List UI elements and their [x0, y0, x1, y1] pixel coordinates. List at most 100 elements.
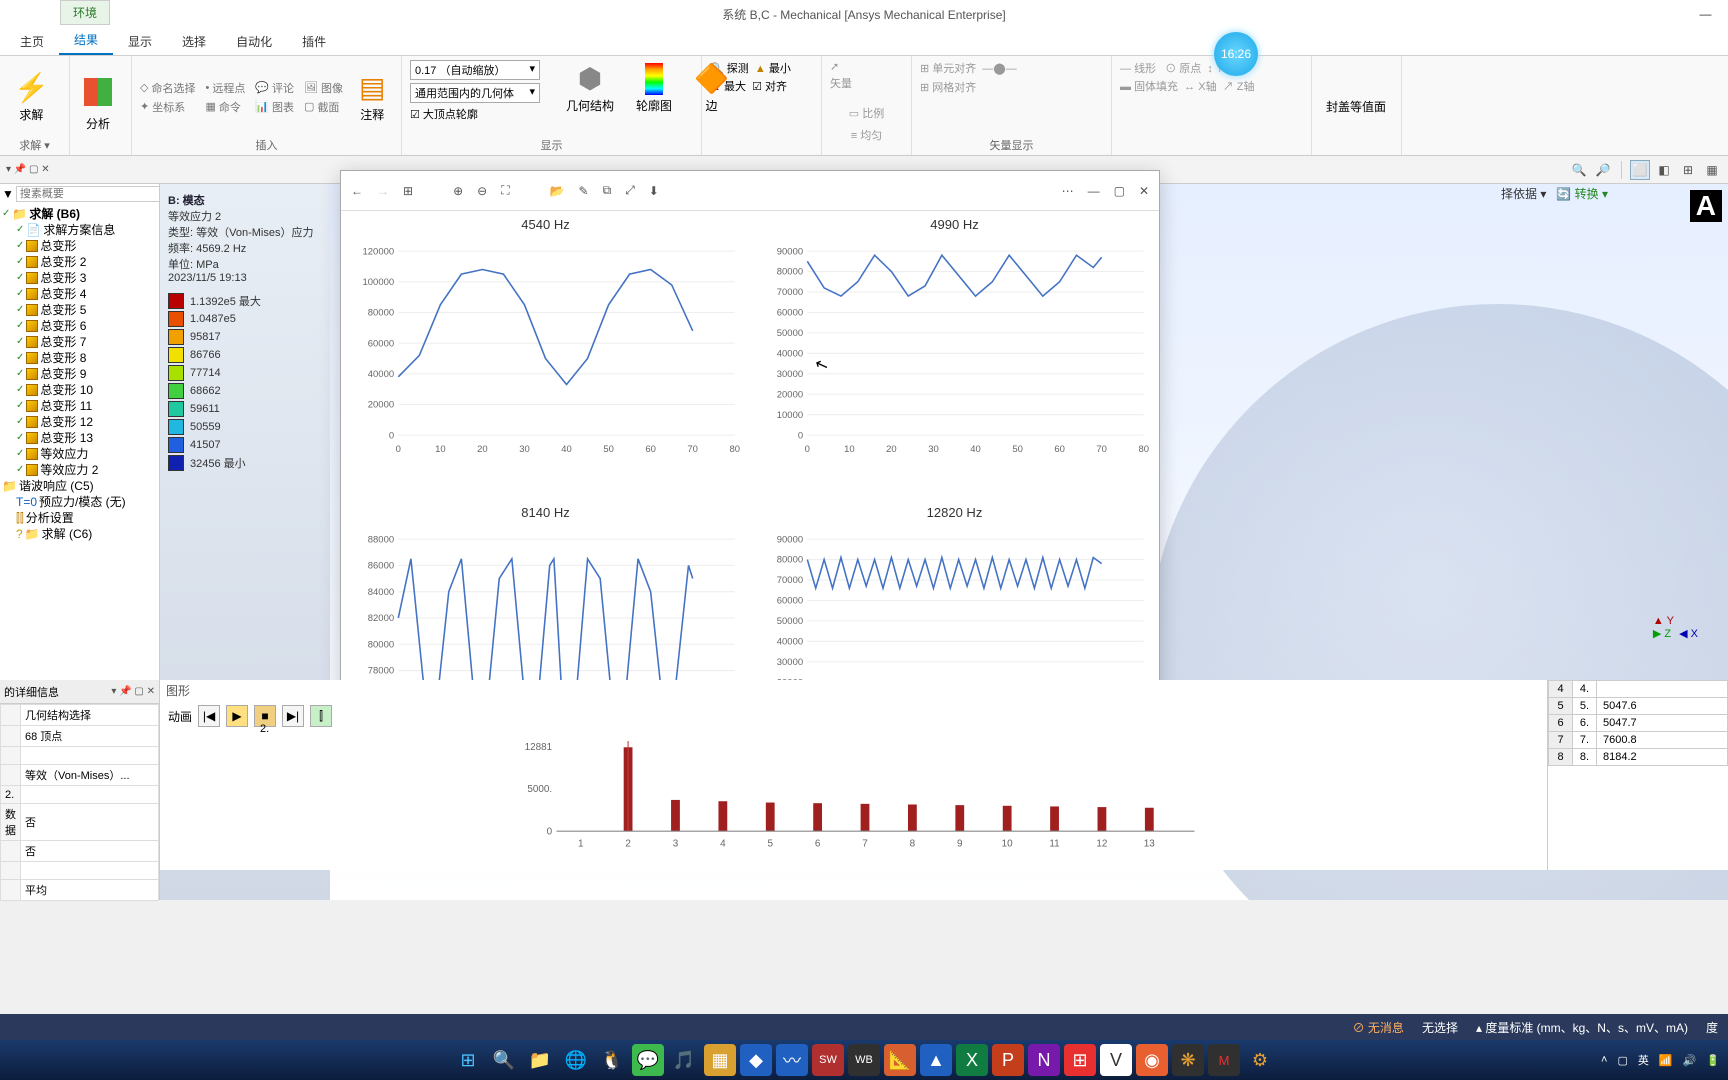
- tree-deform-7[interactable]: ✓ 总变形 7: [2, 334, 157, 350]
- convert-button[interactable]: 🔄 转换 ▾: [1556, 185, 1608, 202]
- named-sel-btn[interactable]: ◇ 命名选择: [140, 80, 195, 96]
- app8-icon[interactable]: ❋: [1172, 1044, 1204, 1076]
- tree-deform-3[interactable]: ✓ 总变形 3: [2, 270, 157, 286]
- onenote-icon[interactable]: N: [1028, 1044, 1060, 1076]
- sound-icon[interactable]: 🔊: [1683, 1054, 1697, 1067]
- chart-btn[interactable]: 📊 图表: [255, 99, 294, 115]
- ime-indicator[interactable]: 英: [1638, 1052, 1649, 1068]
- tree-root[interactable]: ✓📁 求解 (B6): [2, 206, 157, 222]
- wb-icon[interactable]: WB: [848, 1044, 880, 1076]
- scale-combo[interactable]: 0.17 （自动缩放）▾: [410, 60, 540, 80]
- command-btn[interactable]: ▦ 命令: [205, 99, 245, 115]
- search-icon[interactable]: 🔍: [488, 1044, 520, 1076]
- matlab-icon[interactable]: 📐: [884, 1044, 916, 1076]
- section-btn[interactable]: ▢ 截面: [304, 99, 343, 115]
- cap-iso-button[interactable]: 封盖等值面: [1320, 94, 1392, 117]
- app2-icon[interactable]: ◆: [740, 1044, 772, 1076]
- tree-prestress[interactable]: T=0 预应力/模态 (无): [2, 494, 157, 510]
- tree-deform-10[interactable]: ✓ 总变形 10: [2, 382, 157, 398]
- status-units[interactable]: ▴ 度量标准 (mm、kg、N、s、mV、mA): [1476, 1019, 1688, 1036]
- copy-icon[interactable]: ⧉: [603, 183, 612, 198]
- filter-icon[interactable]: ▼: [2, 187, 14, 201]
- tree-deform-1[interactable]: ✓ 总变形: [2, 238, 157, 254]
- chart-0[interactable]: 4540 Hz020000400006000080000100000120000…: [341, 211, 750, 499]
- taskbar[interactable]: ⊞ 🔍 📁 🌐 🐧 💬 🎵 ▦ ◆ 〰 SW WB 📐 ▲ X P N ⊞ V …: [0, 1040, 1728, 1080]
- zoomout-icon[interactable]: ⊖: [477, 184, 487, 198]
- box-icon[interactable]: ⬜: [1630, 160, 1650, 180]
- more-icon[interactable]: ⋯: [1062, 184, 1074, 198]
- mode-bar-chart[interactable]: 128815000.012345678910111213: [180, 741, 1527, 851]
- tree-eqv2[interactable]: ✓ 等效应力 2: [2, 462, 157, 478]
- anim-play-icon[interactable]: ▶: [226, 705, 248, 727]
- freq-table[interactable]: 44.55.5047.666.5047.777.7600.888.8184.2: [1548, 680, 1728, 766]
- cube3-icon[interactable]: ▦: [1702, 160, 1722, 180]
- zoom-out-icon[interactable]: 🔎: [1593, 160, 1613, 180]
- app6-icon[interactable]: V: [1100, 1044, 1132, 1076]
- search-input[interactable]: [16, 186, 160, 202]
- env-tab[interactable]: 环境: [60, 0, 110, 25]
- download-icon[interactable]: ⬇: [649, 184, 659, 198]
- details-table[interactable]: 几何结构选择68 顶点等效（Von-Mises）...2.数据否否平均: [0, 704, 159, 901]
- tab-automation[interactable]: 自动化: [221, 28, 287, 55]
- comment-btn[interactable]: 💬 评论: [255, 80, 294, 96]
- tree-deform-13[interactable]: ✓ 总变形 13: [2, 430, 157, 446]
- edge-button[interactable]: 🔶边: [688, 60, 735, 116]
- geom-button[interactable]: ⬢几何结构: [560, 60, 620, 116]
- cw-min-icon[interactable]: —: [1088, 184, 1100, 198]
- cw-max-icon[interactable]: ▢: [1114, 184, 1125, 198]
- app1-icon[interactable]: ▦: [704, 1044, 736, 1076]
- anim-mode-icon[interactable]: ⫿: [310, 705, 332, 727]
- tree-deform-9[interactable]: ✓ 总变形 9: [2, 366, 157, 382]
- ppt-icon[interactable]: P: [992, 1044, 1024, 1076]
- tree-deform-2[interactable]: ✓ 总变形 2: [2, 254, 157, 270]
- cw-close-icon[interactable]: ✕: [1139, 184, 1149, 198]
- edit-icon[interactable]: ✎: [579, 184, 589, 198]
- tray-chevron-icon[interactable]: ˄: [1601, 1054, 1607, 1066]
- image-btn[interactable]: 🖼 图像: [304, 80, 343, 96]
- tree-anal-set[interactable]: ⫿⫿ 分析设置: [2, 510, 157, 526]
- app7-icon[interactable]: ◉: [1136, 1044, 1168, 1076]
- settings-icon[interactable]: ⚙: [1244, 1044, 1276, 1076]
- anim-first-icon[interactable]: |◀: [198, 705, 220, 727]
- tree-eqv1[interactable]: ✓ 等效应力: [2, 446, 157, 462]
- app5-icon[interactable]: ⊞: [1064, 1044, 1096, 1076]
- tree-deform-6[interactable]: ✓ 总变形 6: [2, 318, 157, 334]
- tree-solve-c6[interactable]: ?📁 求解 (C6): [2, 526, 157, 542]
- fit-icon[interactable]: ⛶: [501, 183, 509, 198]
- expand-icon[interactable]: ⤢: [625, 183, 635, 198]
- big-vertex-check[interactable]: ☑ 大顶点轮廓: [410, 106, 478, 122]
- system-tray[interactable]: ˄ ▢ 英 📶 🔊 🔋: [1601, 1052, 1720, 1068]
- tree-solve-info[interactable]: ✓📄 求解方案信息: [2, 222, 157, 238]
- tree-harm[interactable]: 📁 谐波响应 (C5): [2, 478, 157, 494]
- tab-result[interactable]: 结果: [59, 26, 113, 55]
- sw-icon[interactable]: SW: [812, 1044, 844, 1076]
- wifi-icon[interactable]: 📶: [1659, 1054, 1673, 1067]
- tree-deform-12[interactable]: ✓ 总变形 12: [2, 414, 157, 430]
- coord-btn[interactable]: ✦ 坐标系: [140, 99, 195, 115]
- app4-icon[interactable]: ▲: [920, 1044, 952, 1076]
- tab-select[interactable]: 选择: [167, 28, 221, 55]
- anim-last-icon[interactable]: ▶|: [282, 705, 304, 727]
- qq-icon[interactable]: 🐧: [596, 1044, 628, 1076]
- pin-icon[interactable]: ▾ 📌 ▢ ✕: [6, 164, 50, 175]
- folder-icon[interactable]: 📂: [550, 184, 565, 198]
- note-button[interactable]: ▤注释: [353, 69, 391, 125]
- scope-combo[interactable]: 通用范围内的几何体▾: [410, 83, 540, 103]
- minimize-button[interactable]: —: [1683, 0, 1728, 28]
- tab-display[interactable]: 显示: [113, 28, 167, 55]
- battery-icon[interactable]: 🔋: [1706, 1054, 1720, 1067]
- tree-deform-4[interactable]: ✓ 总变形 4: [2, 286, 157, 302]
- tree-deform-5[interactable]: ✓ 总变形 5: [2, 302, 157, 318]
- cube2-icon[interactable]: ⊞: [1678, 160, 1698, 180]
- explorer-icon[interactable]: 📁: [524, 1044, 556, 1076]
- tree-deform-8[interactable]: ✓ 总变形 8: [2, 350, 157, 366]
- tab-home[interactable]: 主页: [5, 28, 59, 55]
- start-icon[interactable]: ⊞: [452, 1044, 484, 1076]
- wechat-icon[interactable]: 💬: [632, 1044, 664, 1076]
- excel-icon[interactable]: X: [956, 1044, 988, 1076]
- zoom-in-icon[interactable]: 🔍: [1569, 160, 1589, 180]
- analyze-button[interactable]: 分析: [78, 76, 118, 134]
- tray-app-icon[interactable]: ▢: [1617, 1054, 1627, 1067]
- edge-icon[interactable]: 🌐: [560, 1044, 592, 1076]
- zoomin-icon[interactable]: ⊕: [453, 184, 463, 198]
